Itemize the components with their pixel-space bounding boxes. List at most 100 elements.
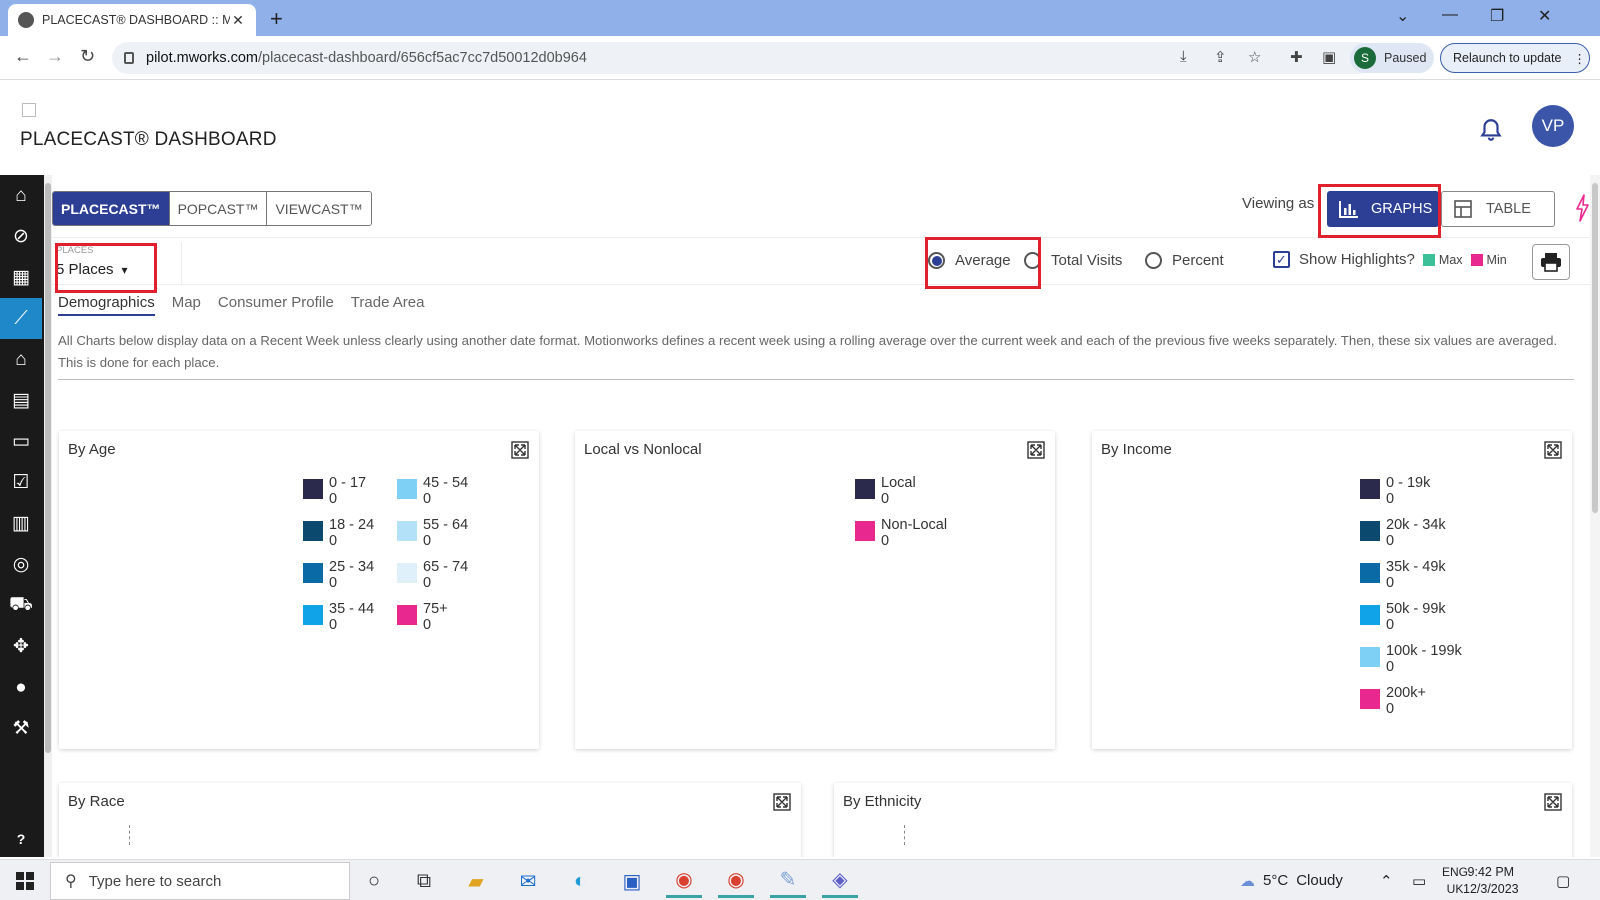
taskbar-search-input[interactable]: ⚲ Type here to search — [50, 862, 350, 900]
store-icon[interactable]: ▣ — [614, 864, 650, 898]
radio-percent[interactable]: Percent — [1145, 252, 1224, 269]
legend-swatch — [397, 563, 417, 583]
url-domain: pilot.mworks.com — [146, 50, 258, 66]
windows-start-icon[interactable] — [16, 872, 34, 890]
page-title: PLACECAST® DASHBOARD — [20, 129, 277, 150]
subtab-trade-area[interactable]: Trade Area — [351, 294, 425, 316]
analytics-trend-icon[interactable]: ⟋ — [0, 298, 42, 339]
mail-icon[interactable]: ✉ — [510, 864, 546, 898]
subtab-consumer-profile[interactable]: Consumer Profile — [218, 294, 334, 316]
wrench-tools-icon[interactable]: ⚒ — [0, 708, 42, 749]
highlights-checkbox[interactable]: ✓ — [1273, 251, 1290, 268]
notification-bell-icon[interactable] — [1478, 117, 1504, 143]
sidebar-scrollbar[interactable] — [44, 175, 52, 857]
legend-value: 0 — [423, 617, 432, 633]
cortana-circle-icon[interactable]: ○ — [356, 864, 392, 898]
weather-text: Cloudy — [1296, 872, 1343, 889]
browser-toolbar: ← → ↻ pilot.mworks.com/placecast-dashboa… — [0, 36, 1600, 80]
bookmark-star-icon[interactable]: ☆ — [1248, 48, 1261, 66]
back-arrow-icon[interactable]: ← — [14, 46, 32, 67]
compass-icon[interactable]: ⊘ — [0, 216, 42, 257]
forward-arrow-icon[interactable]: → — [46, 46, 64, 67]
tab-close-icon[interactable]: ✕ — [230, 12, 246, 29]
notifications-icon[interactable]: ▢ — [1556, 860, 1570, 900]
target-icon[interactable]: ◎ — [0, 544, 42, 585]
highlight-box-average — [925, 237, 1041, 289]
local-nonlocal-card: Local vs Nonlocal Local 0 Non-Local 0 — [575, 431, 1055, 749]
print-button[interactable] — [1532, 244, 1570, 280]
weather-widget[interactable]: ☁ 5°C Cloudy — [1240, 860, 1343, 900]
traffic-vehicles-icon[interactable]: ⛟ — [0, 585, 42, 626]
highlights-label: Show Highlights? — [1299, 251, 1415, 268]
reload-icon[interactable]: ↻ — [80, 46, 95, 67]
edge-browser-icon[interactable]: ◐ — [562, 864, 598, 898]
chrome-profile-icon[interactable]: ◉ — [718, 864, 754, 898]
grid-apps-icon[interactable]: ▦ — [0, 257, 42, 298]
legend-swatch — [1360, 521, 1380, 541]
legend-label: 55 - 64 — [423, 517, 469, 533]
legend-swatch — [397, 521, 417, 541]
legend-item: 35k - 49k 0 — [1360, 559, 1446, 591]
paint-app-icon[interactable]: ✎ — [770, 864, 806, 898]
user-avatar[interactable]: VP — [1532, 105, 1574, 147]
more-vert-icon[interactable]: ⋮ — [1573, 51, 1586, 66]
maximize-window-icon[interactable]: ❐ — [1490, 6, 1504, 26]
table-view-button[interactable]: TABLE — [1441, 191, 1555, 227]
help-icon: ? — [11, 829, 31, 849]
teams-icon[interactable]: ◈ — [822, 864, 858, 898]
profile-paused-chip[interactable]: S Paused — [1350, 43, 1434, 73]
minimize-window-icon[interactable]: — — [1442, 6, 1458, 24]
subtab-map[interactable]: Map — [172, 294, 201, 316]
legend-swatch — [855, 479, 875, 499]
billboard-icon[interactable]: ▭ — [0, 421, 42, 462]
subtab-demographics[interactable]: Demographics — [58, 294, 155, 316]
legend-label: 0 - 17 — [329, 475, 367, 491]
expand-icon[interactable] — [1027, 441, 1045, 459]
expand-icon[interactable] — [773, 793, 791, 811]
file-explorer-icon[interactable]: ▰ — [458, 864, 494, 898]
lightning-bolt-icon[interactable] — [1572, 193, 1592, 223]
radio-percent-circle[interactable] — [1145, 252, 1162, 269]
new-tab-button[interactable]: + — [270, 6, 283, 32]
show-highlights-toggle[interactable]: ✓ Show Highlights? Max Min — [1273, 251, 1507, 268]
tab-placecast[interactable]: PLACECAST™ — [53, 192, 170, 225]
chrome-icon[interactable]: ◉ — [666, 864, 702, 898]
browser-tab[interactable]: PLACECAST® DASHBOARD :: M ✕ — [8, 4, 256, 36]
bar-chart-icon[interactable]: ▥ — [0, 503, 42, 544]
network-nodes-icon[interactable]: ✥ — [0, 626, 42, 667]
income-card-title: By Income — [1101, 441, 1172, 458]
url-path: /placecast-dashboard/656cf5ac7cc7d50012d… — [258, 50, 587, 66]
tab-title: PLACECAST® DASHBOARD :: M — [42, 13, 230, 27]
system-clock[interactable]: 9:42 PM 12/3/2023 — [1463, 864, 1519, 898]
tab-popcast[interactable]: POPCAST™ — [169, 192, 268, 225]
tray-chevron-icon[interactable]: ⌃ — [1380, 860, 1393, 900]
main-scrollbar[interactable] — [1590, 175, 1600, 857]
relaunch-button[interactable]: Relaunch to update ⋮ — [1440, 43, 1590, 73]
legend-value: 0 — [1386, 617, 1395, 633]
share-icon[interactable]: ⇪ — [1214, 48, 1227, 66]
expand-icon[interactable] — [1544, 793, 1562, 811]
legend-label: 45 - 54 — [423, 475, 469, 491]
legend-swatch — [397, 479, 417, 499]
extensions-puzzle-icon[interactable]: ✚ — [1290, 48, 1303, 66]
legend-label: 20k - 34k — [1386, 517, 1446, 533]
display-icon[interactable]: ▭ — [1412, 860, 1426, 900]
close-window-icon[interactable]: ✕ — [1538, 6, 1551, 26]
app-header: PLACECAST® DASHBOARD VP — [0, 81, 1600, 175]
cloud-icon: ☁ — [1240, 872, 1255, 890]
expand-icon[interactable] — [511, 441, 529, 459]
tab-search-chevron-icon[interactable]: ⌄ — [1396, 6, 1409, 26]
checklist-icon[interactable]: ☑ — [0, 462, 42, 503]
expand-icon[interactable] — [1544, 441, 1562, 459]
side-panel-icon[interactable]: ▣ — [1322, 48, 1336, 66]
install-app-icon[interactable]: ⤓ — [1180, 48, 1187, 65]
tab-viewcast[interactable]: VIEWCAST™ — [267, 192, 371, 225]
help-button[interactable]: ? — [0, 821, 42, 857]
legend-item: Local 0 — [855, 475, 916, 507]
report-document-icon[interactable]: ▤ — [0, 380, 42, 421]
task-view-icon[interactable]: ⧉ — [406, 864, 442, 898]
store-icon[interactable]: ⌂ — [0, 339, 42, 380]
user-account-icon[interactable]: ● — [0, 667, 42, 708]
legend-value: 0 — [329, 617, 338, 633]
home-icon[interactable]: ⌂ — [0, 175, 42, 216]
